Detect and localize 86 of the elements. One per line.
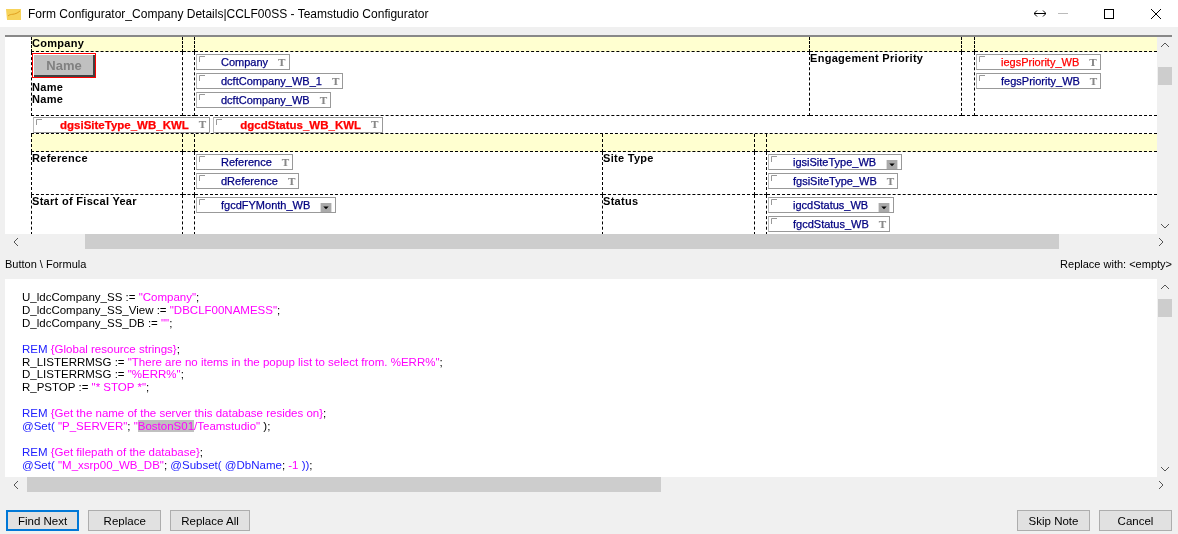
corner-mark-icon — [199, 199, 205, 205]
form-field[interactable]: dgsiSiteType_WB_KWL T — [33, 116, 211, 133]
corner-mark-icon — [199, 56, 205, 62]
corner-mark-icon — [979, 56, 985, 62]
text-field-icon: T — [886, 175, 895, 187]
code-line: REM {Global resource strings}; — [22, 342, 181, 356]
form-field[interactable]: igsiSiteType_WB — [768, 154, 903, 170]
replace-label: Replace with: <empty> — [1060, 258, 1172, 270]
code-line: R_LISTERRMSG := "There are no items in the popup list to select from. %ERR%"; — [22, 355, 444, 369]
corner-mark-icon — [199, 94, 205, 100]
field-label: Name — [32, 93, 64, 105]
scroll-right-icon[interactable] — [1158, 236, 1164, 247]
scroll-left-icon[interactable] — [13, 479, 19, 490]
text-field-icon: T — [278, 56, 286, 68]
scroll-thumb[interactable] — [27, 477, 661, 492]
dialog-button[interactable]: Find Next — [6, 510, 80, 531]
code-line: R_PSTOP := "* STOP *"; — [22, 381, 151, 395]
text-field-icon: T — [1089, 56, 1097, 68]
text-field-icon: T — [331, 75, 340, 87]
scroll-thumb[interactable] — [1157, 299, 1172, 317]
resize-arrows-icon[interactable] — [1034, 10, 1046, 17]
form-field[interactable]: Reference T — [196, 154, 294, 170]
maximize-icon[interactable] — [1104, 8, 1114, 19]
field-label: Start of Fiscal Year — [32, 195, 138, 207]
form-field[interactable]: dReference T — [196, 173, 300, 189]
corner-mark-icon — [199, 75, 205, 81]
text-field-icon: T — [287, 175, 296, 187]
corner-mark-icon — [771, 156, 777, 162]
code-line: D_LISTERRMSG := "%ERR%"; — [22, 368, 185, 382]
form-field[interactable]: fegsPriority_WB T — [976, 73, 1102, 89]
form-field[interactable]: dgcdStatus_WB_KWL T — [213, 116, 383, 133]
scroll-up-icon[interactable] — [1159, 42, 1170, 48]
field-label: Reference — [32, 152, 89, 164]
text-field-icon: T — [281, 156, 290, 168]
form-field[interactable]: fgcdFYMonth_WB — [196, 197, 337, 213]
window-title: Form Configurator_Company Details|CCLF00SS - Teamstudio Configurator — [28, 6, 430, 21]
dialog-button[interactable]: Cancel — [1099, 510, 1172, 531]
form-field[interactable]: dcftCompany_WB_1 T — [196, 73, 344, 89]
corner-mark-icon — [771, 199, 777, 205]
field-label: Engagement Priority — [810, 52, 925, 64]
dropdown-icon — [320, 202, 333, 212]
corner-mark-icon — [199, 156, 205, 162]
code-line: U_ldcCompany_SS := "Company"; — [22, 291, 201, 304]
scroll-up-icon[interactable] — [1159, 284, 1170, 290]
text-field-icon: T — [198, 119, 207, 130]
dropdown-icon — [886, 159, 899, 169]
text-field-icon: T — [319, 94, 328, 106]
form-field[interactable]: dcftCompany_WB T — [196, 92, 332, 108]
field-label: Site Type — [603, 152, 655, 164]
code-line: @Set( "M_xsrp00_WB_DB"; @Subset( @DbName; -1 )); — [22, 458, 314, 472]
text-field-icon: T — [371, 119, 379, 130]
corner-mark-icon — [771, 218, 777, 224]
dialog-button[interactable]: Replace All — [170, 510, 250, 531]
scroll-down-icon[interactable] — [1159, 223, 1170, 229]
form-field[interactable]: fgsiSiteType_WB T — [768, 173, 899, 189]
code-line: REM {Get filepath of the database}; — [22, 445, 204, 459]
form-field[interactable]: Company T — [196, 54, 290, 70]
code-line: @Set( "P_SERVER"; "BostonS01/Teamstudio" ); — [22, 420, 272, 433]
form-field[interactable]: igcdStatus_WB — [768, 197, 895, 213]
code-line: D_ldcCompany_SS_View := "DBCLF00NAMESS"; — [22, 303, 282, 317]
form-field[interactable]: iegsPriority_WB T — [976, 54, 1101, 70]
corner-mark-icon — [979, 75, 985, 81]
corner-mark-icon — [216, 118, 223, 125]
field-label: Status — [603, 195, 640, 207]
corner-mark-icon — [771, 175, 777, 181]
close-icon[interactable] — [1151, 8, 1161, 19]
app-icon — [6, 6, 22, 21]
scroll-down-icon[interactable] — [1159, 466, 1170, 472]
dropdown-icon — [878, 202, 891, 212]
scroll-thumb[interactable] — [1157, 67, 1172, 85]
field-label: Name — [32, 81, 64, 93]
text-field-icon: T — [1089, 75, 1098, 87]
dialog-button[interactable]: Replace — [88, 510, 162, 531]
formula-label: Button \ Formula — [5, 258, 87, 270]
corner-mark-icon — [36, 118, 42, 125]
text-field-icon: T — [878, 218, 887, 230]
table-cell — [962, 37, 975, 52]
corner-mark-icon — [199, 175, 205, 181]
scroll-left-icon[interactable] — [13, 236, 19, 247]
code-line: D_ldcCompany_SS_DB := ""; — [22, 316, 174, 330]
scroll-thumb[interactable] — [85, 234, 1059, 249]
form-field[interactable]: fgcdStatus_WB T — [768, 216, 891, 232]
section-heading: Company — [32, 37, 86, 49]
dialog-button[interactable]: Skip Note — [1017, 510, 1090, 531]
scroll-right-icon[interactable] — [1158, 479, 1164, 490]
code-line: REM {Get the name of the server this database resides on}; — [22, 407, 328, 421]
